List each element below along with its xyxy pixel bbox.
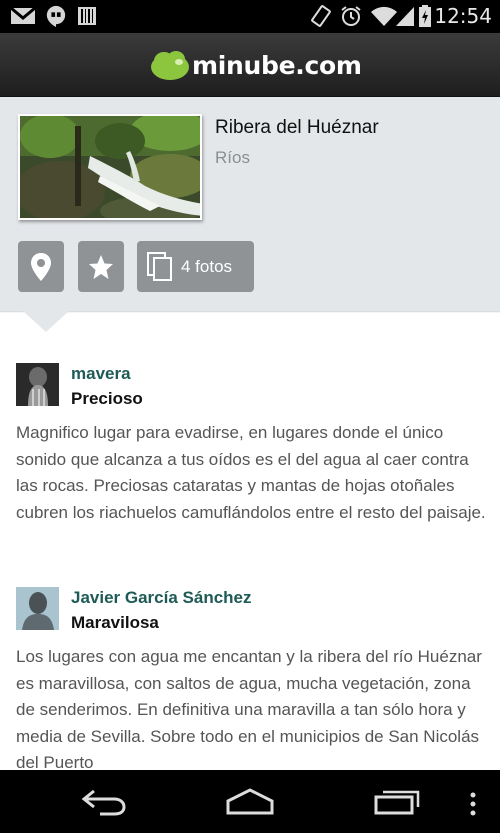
app-header: minube.com [0,33,500,97]
avatar[interactable] [16,587,59,630]
wifi-icon [371,6,397,27]
recent-apps-icon[interactable] [373,787,421,817]
vibrate-icon [311,5,331,27]
gmail-icon [10,6,36,24]
favorite-button[interactable] [78,241,124,292]
review-author[interactable]: Javier García Sánchez [71,588,252,608]
review-body: Los lugares con agua me encantan y la ri… [16,647,482,770]
status-time: 12:54 [434,4,492,28]
map-pin-icon [31,252,51,281]
logo-text: minube.com [192,50,362,80]
review-body: Magnifico lugar para evadirse, en lugare… [16,423,486,522]
cloud-logo-icon [151,51,189,80]
review-title: Maravilosa [71,613,159,632]
signal-icon [396,7,414,26]
panel-divider [0,311,500,313]
alarm-icon [341,6,361,26]
panel-pointer [22,311,70,332]
reviews-list[interactable]: mavera Precioso Magnifico lugar para eva… [0,311,500,770]
back-icon[interactable] [80,787,128,817]
place-category: Ríos [215,148,250,167]
status-bar: 12:54 [0,0,500,33]
review-author[interactable]: mavera [71,364,131,384]
avatar[interactable] [16,363,59,406]
photos-count-label: 4 fotos [181,256,233,276]
navigation-bar [0,770,500,833]
star-icon [89,254,113,279]
waterfall-photo [20,116,200,218]
home-icon[interactable] [225,787,275,817]
photos-button[interactable]: 4 fotos [137,241,254,292]
review-title: Precioso [71,389,143,408]
place-photo[interactable] [18,114,202,220]
overflow-menu-icon[interactable] [468,792,478,818]
photos-icon [147,251,172,281]
barcode-icon [78,7,96,25]
minube-logo[interactable]: minube.com [150,46,362,84]
place-title: Ribera del Huéznar [215,117,379,138]
battery-charging-icon [419,5,431,27]
hangouts-icon [46,5,66,27]
location-button[interactable] [18,241,64,292]
